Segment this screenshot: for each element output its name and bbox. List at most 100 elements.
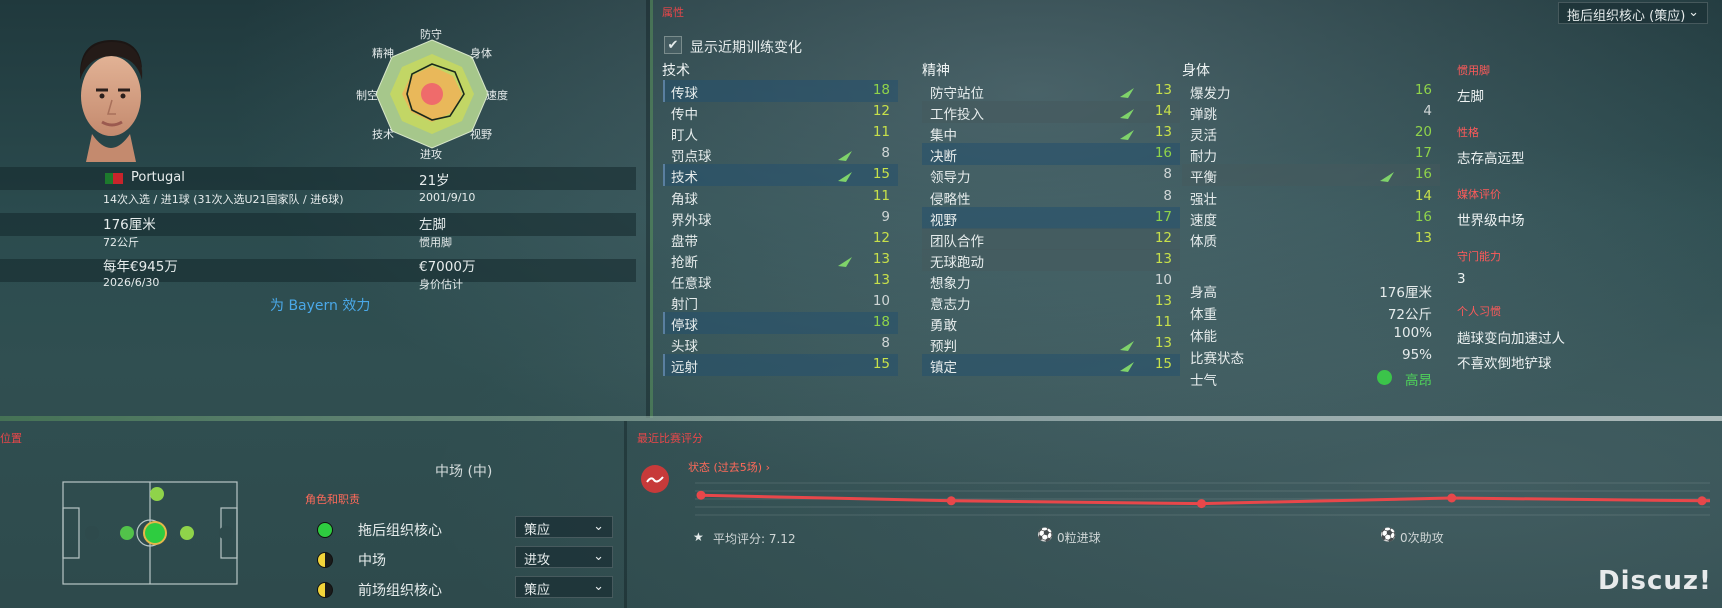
radar-label-aerial: 制空 <box>356 89 378 102</box>
form-rating-point[interactable] <box>946 496 956 506</box>
attribute-row[interactable]: 盘带 12 <box>663 228 898 250</box>
highlight-bar <box>663 80 665 102</box>
attribute-row[interactable]: 决断 16 <box>922 143 1180 166</box>
attribute-row[interactable]: 防守站位 13 <box>922 80 1180 102</box>
pitch-position-dot <box>145 523 165 543</box>
attribute-row[interactable]: 团队合作 12 <box>922 227 1180 250</box>
form-rating-point[interactable] <box>1196 499 1206 509</box>
physical-detail-row: 比赛状态 95% <box>1182 345 1440 367</box>
attribute-value: 12 <box>872 229 890 246</box>
attribute-row[interactable]: 领导力 8 <box>922 164 1180 186</box>
attribute-row[interactable]: 侵略性 8 <box>922 186 1180 208</box>
attribute-name: 无球跑动 <box>930 254 984 271</box>
attribute-row[interactable]: 灵活 20 <box>1182 122 1440 144</box>
radar-label-physical: 身体 <box>470 47 492 60</box>
attribute-row[interactable]: 任意球 13 <box>663 270 898 292</box>
attribute-row[interactable]: 勇敢 11 <box>922 312 1180 334</box>
attribute-name: 传中 <box>671 107 698 124</box>
duty-value: 策应 <box>524 523 551 538</box>
attribute-row[interactable]: 传球 18 <box>663 80 898 102</box>
attribute-value: 13 <box>1414 229 1432 246</box>
club-link[interactable]: 为 Bayern 效力 <box>270 295 370 315</box>
attribute-row[interactable]: 耐力 17 <box>1182 143 1440 165</box>
duty-dropdown[interactable]: 进攻 ⌄ <box>515 546 613 568</box>
attribute-row[interactable]: 镇定 15 <box>922 354 1180 377</box>
attribute-row[interactable]: 想象力 10 <box>922 270 1180 292</box>
attribute-name: 视野 <box>930 212 957 229</box>
attribute-row[interactable]: 意志力 13 <box>922 291 1180 313</box>
player-traits-label: 个人习惯 <box>1457 305 1501 318</box>
attribute-row[interactable]: 工作投入 14 <box>922 101 1180 124</box>
attribute-value: 13 <box>872 250 890 267</box>
current-position: 中场 (中) <box>435 464 493 480</box>
attribute-name: 决断 <box>930 149 957 166</box>
duty-dropdown[interactable]: 策应 ⌄ <box>515 516 613 538</box>
attribute-row[interactable]: 停球 18 <box>663 312 898 335</box>
transfer-value: €7000万 <box>419 259 476 275</box>
form-rating-point[interactable] <box>696 490 706 500</box>
attribute-value: 8 <box>1163 187 1172 204</box>
attribute-row[interactable]: 传中 12 <box>663 101 898 123</box>
attribute-row[interactable]: 抢断 13 <box>663 249 898 271</box>
role-suitability-icon <box>317 582 333 598</box>
role-suitability-icon <box>317 522 333 538</box>
technical-heading: 技术 <box>662 63 690 79</box>
pitch-position-dot <box>180 526 194 540</box>
attribute-name: 罚点球 <box>671 149 712 166</box>
radar-label-technique: 技术 <box>372 128 394 141</box>
attribute-row[interactable]: 技术 15 <box>663 164 898 187</box>
attribute-row[interactable]: 视野 17 <box>922 206 1180 229</box>
form-rating-point[interactable] <box>1697 496 1707 506</box>
detail-name: 身高 <box>1190 285 1217 301</box>
attribute-row[interactable]: 爆发力 16 <box>1182 80 1440 102</box>
attribute-row[interactable]: 强壮 14 <box>1182 186 1440 208</box>
attribute-row[interactable]: 速度 16 <box>1182 207 1440 229</box>
attribute-value: 15 <box>872 166 890 183</box>
attribute-row[interactable]: 远射 15 <box>663 354 898 377</box>
attribute-row[interactable]: 射门 10 <box>663 291 898 313</box>
attribute-row[interactable]: 无球跑动 13 <box>922 248 1180 271</box>
goals-count: 0粒进球 <box>1057 531 1101 545</box>
sidebar-foot-label: 惯用脚 <box>1457 64 1490 77</box>
detail-value: 72公斤 <box>1387 307 1432 323</box>
preferred-foot: 左脚 <box>419 217 446 233</box>
form-rating-point[interactable] <box>1447 493 1457 503</box>
attribute-row[interactable]: 头球 8 <box>663 333 898 355</box>
attribute-name: 意志力 <box>930 297 971 313</box>
height: 176厘米 <box>103 217 156 233</box>
duty-dropdown[interactable]: 策应 ⌄ <box>515 576 613 598</box>
attribute-name: 任意球 <box>671 275 712 292</box>
show-training-checkbox[interactable]: ✔ <box>664 36 682 54</box>
attribute-value: 12 <box>872 103 890 120</box>
section-title-form: 最近比赛评分 <box>637 432 703 445</box>
role-row[interactable]: 中场 进攻 ⌄ <box>310 546 615 572</box>
attribute-name: 角球 <box>671 191 698 208</box>
form-link[interactable]: 状态 (过去5场) › <box>688 459 770 475</box>
role-dropdown[interactable]: 拖后组织核心 (策应) ⌄ <box>1558 2 1708 24</box>
date-of-birth: 2001/9/10 <box>419 191 476 204</box>
highlight-bar <box>663 164 665 187</box>
attribute-row[interactable]: 弹跳 4 <box>1182 101 1440 123</box>
pitch-position-dot <box>85 526 99 540</box>
attribute-row[interactable]: 平衡 16 <box>1182 164 1440 187</box>
attribute-value: 17 <box>1414 145 1432 162</box>
show-training-label: 显示近期训练变化 <box>690 40 802 56</box>
attribute-name: 弹跳 <box>1190 107 1217 124</box>
attribute-row[interactable]: 预判 13 <box>922 333 1180 355</box>
training-up-arrow-icon <box>838 149 852 165</box>
attribute-row[interactable]: 界外球 9 <box>663 207 898 229</box>
attribute-row[interactable]: 罚点球 8 <box>663 143 898 165</box>
attribute-row[interactable]: 集中 13 <box>922 122 1180 144</box>
watermark: Discuz! <box>1598 566 1712 596</box>
role-row[interactable]: 前场组织核心 策应 ⌄ <box>310 576 615 602</box>
attribute-row[interactable]: 盯人 11 <box>663 122 898 144</box>
attribute-row[interactable]: 体质 13 <box>1182 228 1440 250</box>
training-up-arrow-icon <box>1120 128 1134 144</box>
star-icon: ★ <box>693 530 704 544</box>
attribute-value: 20 <box>1414 124 1432 141</box>
chevron-down-icon: ⌄ <box>1688 5 1699 20</box>
attribute-row[interactable]: 角球 11 <box>663 186 898 208</box>
role-row[interactable]: 拖后组织核心 策应 ⌄ <box>310 516 615 542</box>
attribute-name: 工作投入 <box>930 107 984 124</box>
assists-count: 0次助攻 <box>1400 531 1444 545</box>
